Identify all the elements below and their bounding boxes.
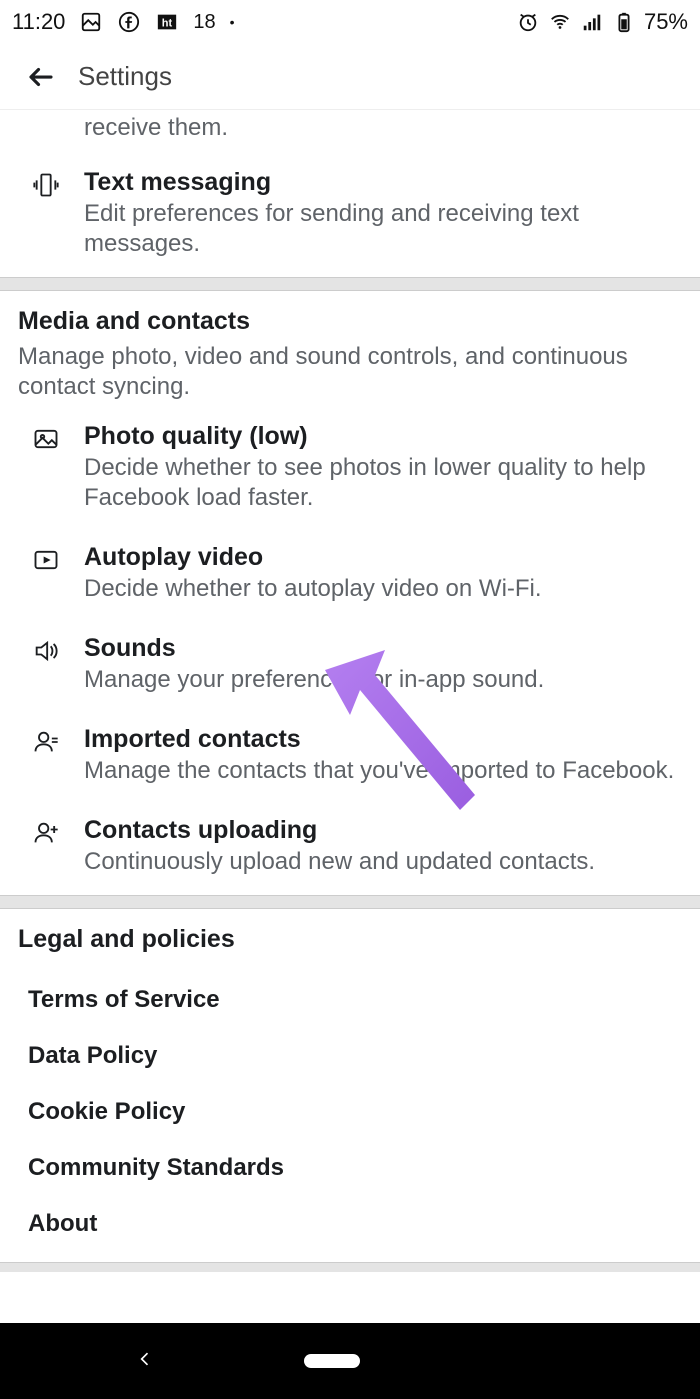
- partial-item-desc: receive them.: [84, 114, 682, 142]
- phone-vibrate-icon: [32, 171, 60, 199]
- legal-section: Legal and policies Terms of Service Data…: [0, 909, 700, 1262]
- status-time: 11:20: [12, 9, 65, 35]
- person-icon: [32, 728, 60, 756]
- section-title: Legal and policies: [18, 925, 682, 954]
- item-title: Photo quality (low): [84, 422, 682, 451]
- item-title: Autoplay video: [84, 543, 682, 572]
- legal-item-title: About: [28, 1210, 672, 1238]
- status-bar: 11:20 ht 18 •: [0, 0, 700, 44]
- section-header-media: Media and contacts Manage photo, video a…: [0, 291, 700, 410]
- legal-item-title: Cookie Policy: [28, 1098, 672, 1126]
- settings-item-photo-quality[interactable]: Photo quality (low) Decide whether to se…: [0, 410, 700, 531]
- signal-icon: [580, 10, 604, 34]
- legal-item-data-policy[interactable]: Data Policy: [18, 1028, 682, 1084]
- person-plus-icon: [32, 819, 60, 847]
- partial-item[interactable]: receive them.: [0, 110, 700, 156]
- dot-icon: •: [230, 14, 235, 30]
- battery-icon: [612, 10, 636, 34]
- settings-item-sounds[interactable]: Sounds Manage your preferences for in-ap…: [0, 622, 700, 713]
- arrow-left-icon: [26, 62, 56, 92]
- photo-icon: [32, 425, 60, 453]
- item-title: Sounds: [84, 634, 682, 663]
- section-desc: Manage photo, video and sound controls, …: [18, 342, 682, 402]
- legal-item-about[interactable]: About: [18, 1196, 682, 1252]
- legal-item-community-standards[interactable]: Community Standards: [18, 1140, 682, 1196]
- play-box-icon: [32, 546, 60, 574]
- settings-item-autoplay-video[interactable]: Autoplay video Decide whether to autopla…: [0, 531, 700, 622]
- item-desc: Continuously upload new and updated cont…: [84, 847, 682, 877]
- nav-back-button[interactable]: [135, 1349, 155, 1374]
- section-divider: [0, 277, 700, 291]
- speaker-icon: [32, 637, 60, 665]
- settings-item-contacts-uploading[interactable]: Contacts uploading Continuously upload n…: [0, 804, 700, 895]
- legal-item-title: Data Policy: [28, 1042, 672, 1070]
- legal-item-terms[interactable]: Terms of Service: [18, 972, 682, 1028]
- content-scroll[interactable]: receive them. Text messaging Edit prefer…: [0, 110, 700, 1399]
- item-desc: Manage your preferences for in-app sound…: [84, 665, 682, 695]
- section-title: Media and contacts: [18, 307, 682, 336]
- app-bar: Settings: [0, 44, 700, 110]
- status-indicator-number: 18: [193, 11, 215, 34]
- section-divider: [0, 1262, 700, 1272]
- alarm-icon: [516, 10, 540, 34]
- section-divider: [0, 895, 700, 909]
- ht-icon: ht: [155, 10, 179, 34]
- settings-item-text-messaging[interactable]: Text messaging Edit preferences for send…: [0, 156, 700, 277]
- item-desc: Edit preferences for sending and receivi…: [84, 199, 682, 259]
- back-button[interactable]: [18, 54, 64, 100]
- nav-home-button[interactable]: [304, 1354, 360, 1368]
- item-title: Imported contacts: [84, 725, 682, 754]
- gallery-icon: [79, 10, 103, 34]
- wifi-icon: [548, 10, 572, 34]
- item-desc: Decide whether to autoplay video on Wi-F…: [84, 574, 682, 604]
- svg-text:ht: ht: [162, 18, 173, 30]
- legal-item-title: Community Standards: [28, 1154, 672, 1182]
- app-title: Settings: [78, 61, 172, 92]
- legal-item-cookie-policy[interactable]: Cookie Policy: [18, 1084, 682, 1140]
- item-title: Contacts uploading: [84, 816, 682, 845]
- item-title: Text messaging: [84, 168, 682, 197]
- item-desc: Manage the contacts that you've imported…: [84, 756, 682, 786]
- item-desc: Decide whether to see photos in lower qu…: [84, 453, 682, 513]
- android-nav-bar: [0, 1323, 700, 1399]
- status-battery-percent: 75%: [644, 9, 688, 35]
- facebook-icon: [117, 10, 141, 34]
- legal-item-title: Terms of Service: [28, 986, 672, 1014]
- settings-item-imported-contacts[interactable]: Imported contacts Manage the contacts th…: [0, 713, 700, 804]
